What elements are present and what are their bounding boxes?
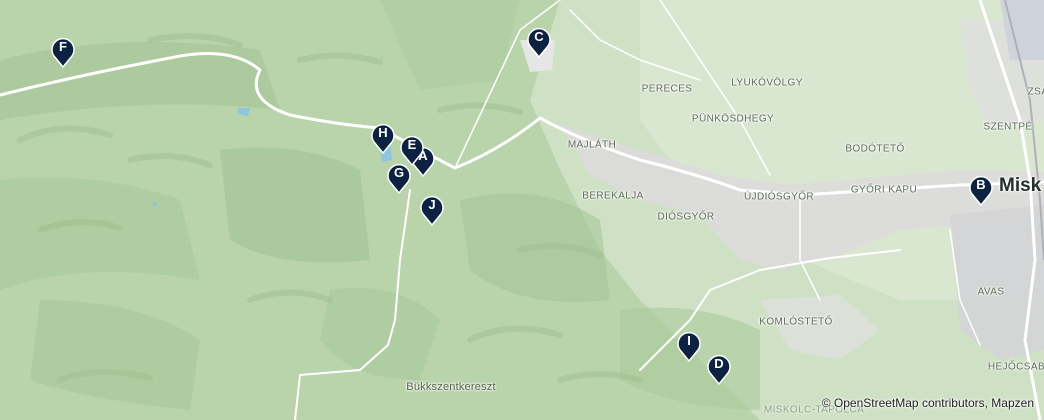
place-label-berekalja: BEREKALJA [582, 190, 644, 202]
marker-label: F [59, 39, 67, 54]
map-marker-d[interactable]: D [706, 353, 732, 385]
place-label-zsa: ZSA [1027, 86, 1044, 98]
place-label-szentpe: SZENTPÉ [983, 121, 1033, 133]
place-label-majlath: MAJLÁTH [567, 139, 617, 151]
place-label-bodotetO: BODÓTETŐ [845, 143, 905, 155]
marker-label: H [378, 125, 388, 140]
place-label-miskolc: Misk [999, 175, 1042, 196]
map-marker-f[interactable]: F [50, 36, 76, 68]
place-label-pereces: PERECES [641, 83, 693, 95]
place-label-lyukovolgy: LYUKÓVÖLGY [731, 77, 803, 89]
place-label-bukkszentkereszt: Bükkszentkereszt [406, 381, 496, 393]
place-label-hejocsaba: HEJŐCSABA [987, 361, 1044, 373]
map-canvas[interactable]: Misk ZSA SZENTPÉ PERECES LYUKÓVÖLGY PÜNK… [0, 0, 1044, 420]
marker-label: D [714, 356, 724, 371]
map-marker-j[interactable]: J [419, 194, 445, 226]
marker-label: J [428, 197, 436, 212]
map-attribution: © OpenStreetMap contributors, Mapzen [822, 396, 1034, 410]
place-label-komlostetO: KOMLÓSTETŐ [759, 316, 833, 328]
marker-label: B [976, 177, 986, 192]
place-label-avas: AVAS [977, 286, 1005, 298]
map-marker-c[interactable]: C [526, 26, 552, 58]
place-label-ujdiosgyor: ÚJDIÓSGYŐR [743, 191, 815, 203]
map-marker-h[interactable]: H [370, 122, 396, 154]
marker-label: G [393, 165, 405, 180]
attribution-prefix: © [821, 396, 834, 410]
openstreetmap-link[interactable]: OpenStreetMap [834, 396, 919, 410]
attribution-suffix: contributors, Mapzen [918, 396, 1034, 410]
marker-label: E [407, 137, 417, 152]
map-marker-g[interactable]: G [386, 162, 412, 194]
map-marker-i[interactable]: I [676, 330, 702, 362]
place-label-gyori-kapu: GYŐRI KAPU [850, 184, 918, 196]
map-marker-b[interactable]: B [968, 174, 994, 206]
place-label-punkosdhegy: PÜNKÖSDHEGY [691, 113, 775, 125]
place-label-diosgyor: DIÓSGYŐR [657, 211, 715, 223]
terrain-base-layer [0, 0, 1044, 420]
marker-label: I [687, 333, 691, 348]
marker-label: C [534, 29, 544, 44]
